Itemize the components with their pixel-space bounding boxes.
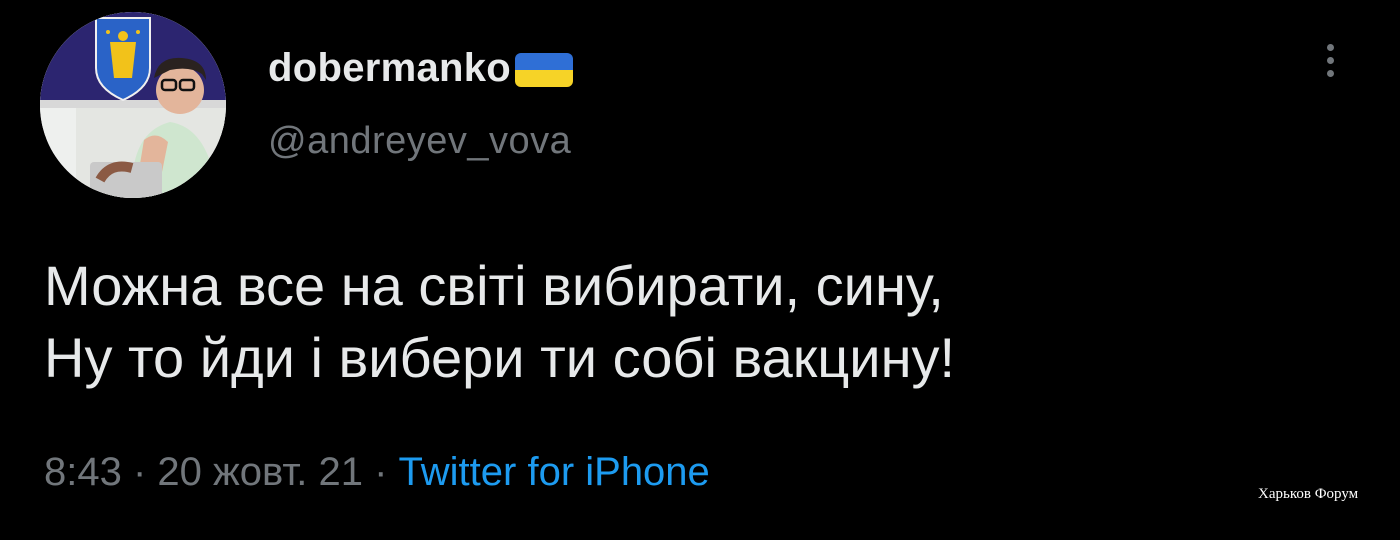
watermark: Харьков Форум bbox=[1258, 486, 1359, 502]
tweet-source-link[interactable]: Twitter for iPhone bbox=[399, 450, 710, 494]
more-dot bbox=[1326, 57, 1334, 64]
display-name[interactable]: dobermanko bbox=[268, 46, 511, 91]
tweet-meta: 8:43 · 20 жовт. 21 · Twitter for iPhone bbox=[44, 450, 710, 495]
tweet-text-line: Можна все на світі вибирати, сину, bbox=[44, 254, 944, 317]
more-dot bbox=[1326, 44, 1334, 51]
tweet-time[interactable]: 8:43 bbox=[44, 450, 122, 494]
meta-separator: · bbox=[121, 450, 158, 494]
more-vertical-icon[interactable] bbox=[1322, 44, 1338, 84]
ukraine-flag-icon bbox=[515, 53, 574, 87]
tweet-text-line: Ну то йди і вибери ти собі вакцину! bbox=[44, 326, 956, 389]
tweet-date[interactable]: 20 жовт. 21 bbox=[157, 450, 363, 494]
avatar[interactable] bbox=[40, 12, 226, 198]
tweet: dobermanko @andreyev_vova Можна все на с… bbox=[0, 0, 1400, 540]
flag-bottom-stripe bbox=[515, 70, 574, 87]
flag-top-stripe bbox=[515, 53, 574, 70]
meta-separator: · bbox=[363, 450, 399, 494]
display-name-row: dobermanko bbox=[268, 40, 574, 96]
user-handle[interactable]: @andreyev_vova bbox=[268, 120, 573, 163]
more-dot bbox=[1326, 70, 1334, 77]
tweet-text: Можна все на світі вибирати, сину, Ну то… bbox=[44, 250, 955, 394]
author-names: dobermanko @andreyev_vova bbox=[268, 40, 574, 163]
